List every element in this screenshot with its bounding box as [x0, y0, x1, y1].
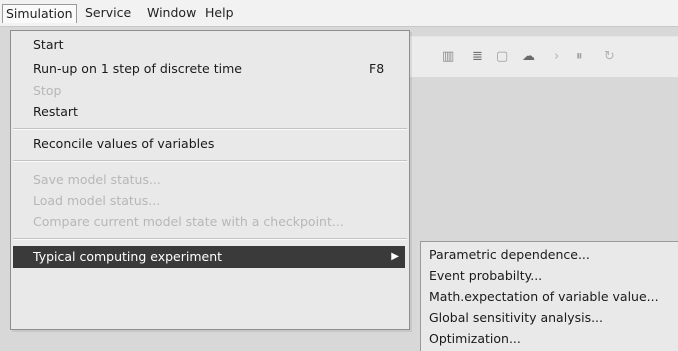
menu-bar: Simulation Service Window Help [0, 0, 678, 27]
simulation-dropdown-menu: Start Run-up on 1 step of discrete time … [10, 30, 410, 330]
submenu-item-sensitivity[interactable]: Global sensitivity analysis... [429, 308, 603, 328]
tool-a-icon[interactable]: ▥ [442, 49, 454, 65]
menu-item-save-status: Save model status... [33, 172, 161, 187]
menu-item-restart[interactable]: Restart [33, 103, 78, 121]
shortcut-f8: F8 [369, 61, 385, 76]
submenu-item-math-expectation[interactable]: Math.expectation of variable value... [429, 287, 659, 307]
submenu-arrow-icon: ▶ [391, 251, 399, 262]
separator [13, 160, 407, 162]
tool-b-icon[interactable]: ≣ [472, 49, 483, 65]
separator [13, 238, 407, 240]
separator [13, 128, 407, 130]
tool-c-icon[interactable]: ▢ [496, 49, 508, 65]
menu-service[interactable]: Service [82, 4, 134, 22]
menu-item-start[interactable]: Start [33, 36, 64, 54]
menu-item-reconcile[interactable]: Reconcile values of variables [33, 135, 214, 153]
tool-d-icon[interactable]: ☁ [522, 49, 535, 65]
submenu-item-event-probability[interactable]: Event probabilty... [429, 266, 542, 286]
menu-item-typical-experiment[interactable]: Typical computing experiment ▶ [13, 246, 405, 268]
menu-item-compare: Compare current model state with a check… [33, 214, 344, 229]
toolbar: ▥ ≣ ▢ ☁ › ⏸ ↻ [408, 36, 678, 78]
tool-f-icon[interactable]: ⏸ [576, 49, 583, 65]
submenu-item-optimization[interactable]: Optimization... [429, 329, 521, 349]
typical-experiment-submenu: Parametric dependence... Event probabilt… [420, 241, 678, 351]
menu-item-runup[interactable]: Run-up on 1 step of discrete time [33, 60, 242, 78]
menu-item-typical-label: Typical computing experiment [33, 249, 223, 264]
menu-item-stop: Stop [33, 83, 62, 98]
tool-e-icon[interactable]: › [554, 49, 559, 65]
tool-g-icon[interactable]: ↻ [604, 49, 615, 65]
menu-help[interactable]: Help [202, 4, 237, 22]
menu-item-load-status: Load model status... [33, 193, 161, 208]
menu-simulation[interactable]: Simulation [2, 4, 77, 23]
submenu-item-parametric[interactable]: Parametric dependence... [429, 245, 590, 265]
menu-window[interactable]: Window [144, 4, 199, 22]
